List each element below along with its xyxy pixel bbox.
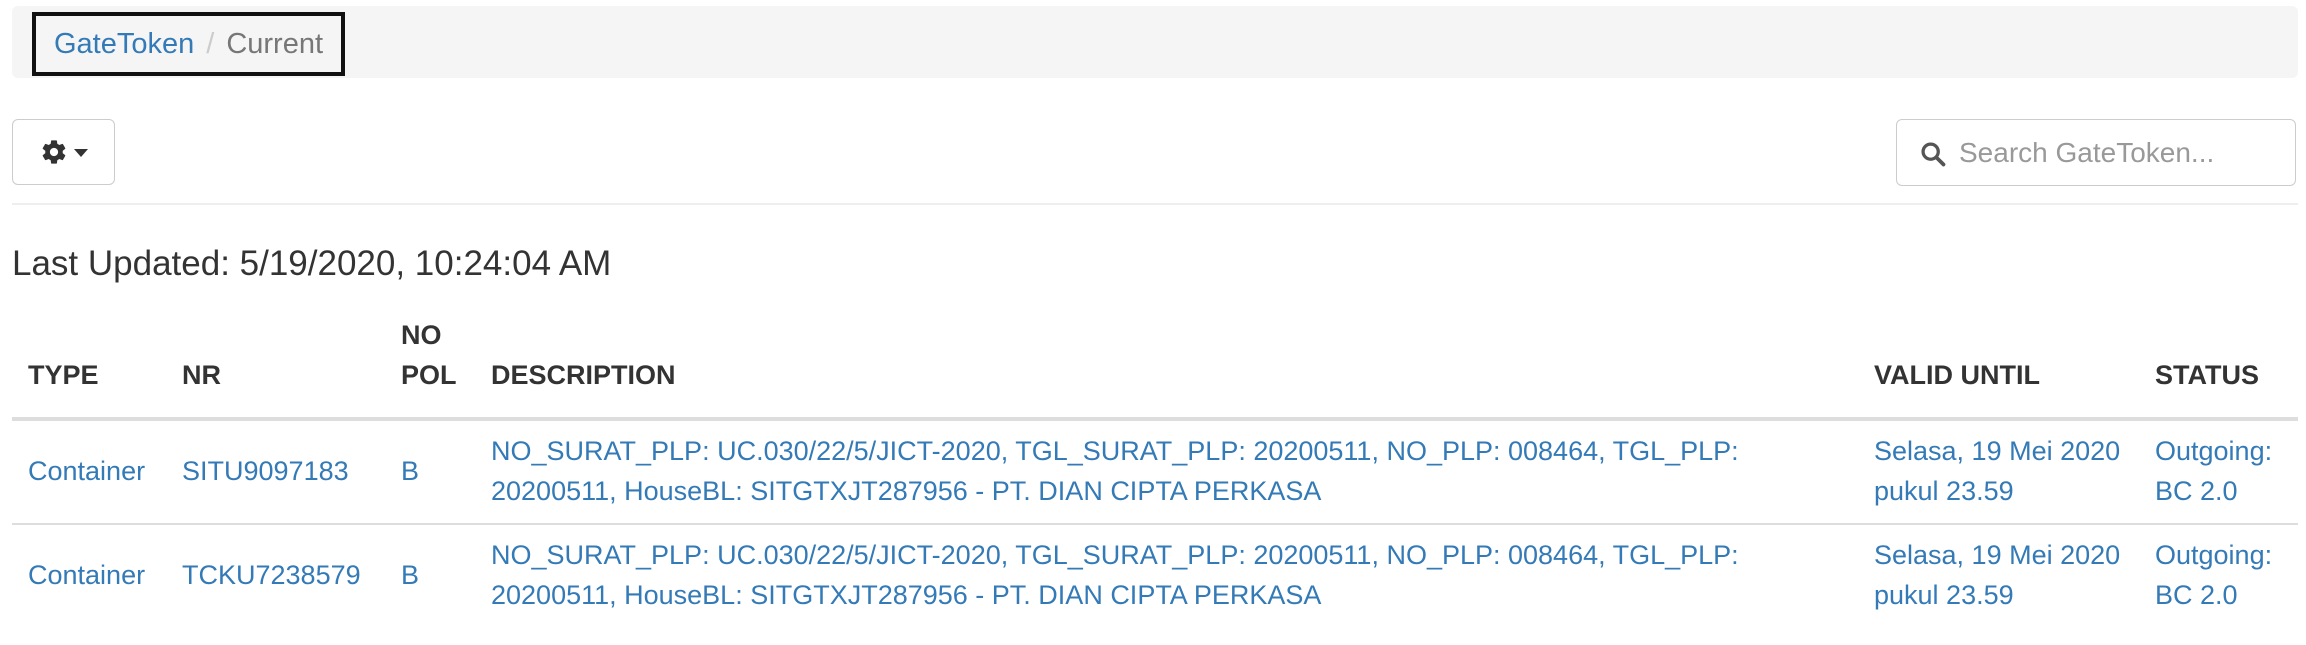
- description-link[interactable]: NO_SURAT_PLP: UC.030/22/5/JICT-2020, TGL…: [491, 540, 1739, 610]
- column-header-nr[interactable]: NR: [166, 315, 385, 421]
- cell-nr: TCKU7238579: [166, 523, 385, 627]
- cell-type: Container: [12, 419, 166, 524]
- cell-no-pol: B: [385, 523, 475, 627]
- status-link[interactable]: Outgoing: BC 2.0: [2155, 540, 2272, 610]
- type-link[interactable]: Container: [28, 456, 145, 486]
- breadcrumb-bar: GateToken / Current: [12, 6, 2298, 78]
- chevron-down-icon: [73, 149, 88, 157]
- cell-type: Container: [12, 523, 166, 627]
- valid-until-link[interactable]: Selasa, 19 Mei 2020 pukul 23.59: [1874, 540, 2120, 610]
- search-field[interactable]: [1896, 119, 2296, 186]
- table-row: Container TCKU7238579 B NO_SURAT_PLP: UC…: [12, 523, 2298, 627]
- description-link[interactable]: NO_SURAT_PLP: UC.030/22/5/JICT-2020, TGL…: [491, 436, 1739, 506]
- cell-status: Outgoing: BC 2.0: [2139, 419, 2298, 524]
- status-link[interactable]: Outgoing: BC 2.0: [2155, 436, 2272, 506]
- column-header-no-pol[interactable]: NO POL: [385, 315, 475, 421]
- table-row: Container SITU9097183 B NO_SURAT_PLP: UC…: [12, 419, 2298, 524]
- page: GateToken / Current Last Updated: 5/19/2…: [0, 0, 2306, 645]
- table-header-row: TYPE NR NO POL DESCRIPTION VALID UNTIL ST…: [12, 315, 2298, 421]
- divider: [12, 203, 2298, 205]
- no-pol-link[interactable]: B: [401, 456, 419, 486]
- table-body: Container SITU9097183 B NO_SURAT_PLP: UC…: [12, 419, 2298, 627]
- last-updated-label: Last Updated: 5/19/2020, 10:24:04 AM: [12, 244, 612, 283]
- column-header-no-pol-line2: POL: [401, 360, 457, 390]
- gear-icon: [40, 138, 68, 166]
- cell-no-pol: B: [385, 419, 475, 524]
- cell-valid-until: Selasa, 19 Mei 2020 pukul 23.59: [1858, 419, 2139, 524]
- column-header-no-pol-line1: NO: [401, 320, 442, 350]
- search-input[interactable]: [1897, 120, 2295, 185]
- nr-link[interactable]: TCKU7238579: [182, 560, 361, 590]
- cell-description: NO_SURAT_PLP: UC.030/22/5/JICT-2020, TGL…: [475, 419, 1858, 524]
- search-icon: [1919, 140, 1947, 173]
- cell-status: Outgoing: BC 2.0: [2139, 523, 2298, 627]
- nr-link[interactable]: SITU9097183: [182, 456, 349, 486]
- cell-description: NO_SURAT_PLP: UC.030/22/5/JICT-2020, TGL…: [475, 523, 1858, 627]
- cell-nr: SITU9097183: [166, 419, 385, 524]
- settings-dropdown-button[interactable]: [12, 119, 115, 185]
- valid-until-link[interactable]: Selasa, 19 Mei 2020 pukul 23.59: [1874, 436, 2120, 506]
- no-pol-link[interactable]: B: [401, 560, 419, 590]
- table-header: TYPE NR NO POL DESCRIPTION VALID UNTIL ST…: [12, 315, 2298, 421]
- column-header-description[interactable]: DESCRIPTION: [475, 315, 1858, 421]
- breadcrumb-current: Current: [226, 27, 324, 60]
- type-link[interactable]: Container: [28, 560, 145, 590]
- gatetoken-table: TYPE NR NO POL DESCRIPTION VALID UNTIL ST…: [12, 315, 2298, 627]
- column-header-status[interactable]: STATUS: [2139, 315, 2298, 421]
- column-header-valid-until[interactable]: VALID UNTIL: [1858, 315, 2139, 421]
- breadcrumb-separator: /: [206, 27, 215, 60]
- cell-valid-until: Selasa, 19 Mei 2020 pukul 23.59: [1858, 523, 2139, 627]
- breadcrumb-link-gatetoken[interactable]: GateToken: [54, 28, 194, 61]
- breadcrumb: GateToken / Current: [32, 12, 346, 76]
- column-header-type[interactable]: TYPE: [12, 315, 166, 421]
